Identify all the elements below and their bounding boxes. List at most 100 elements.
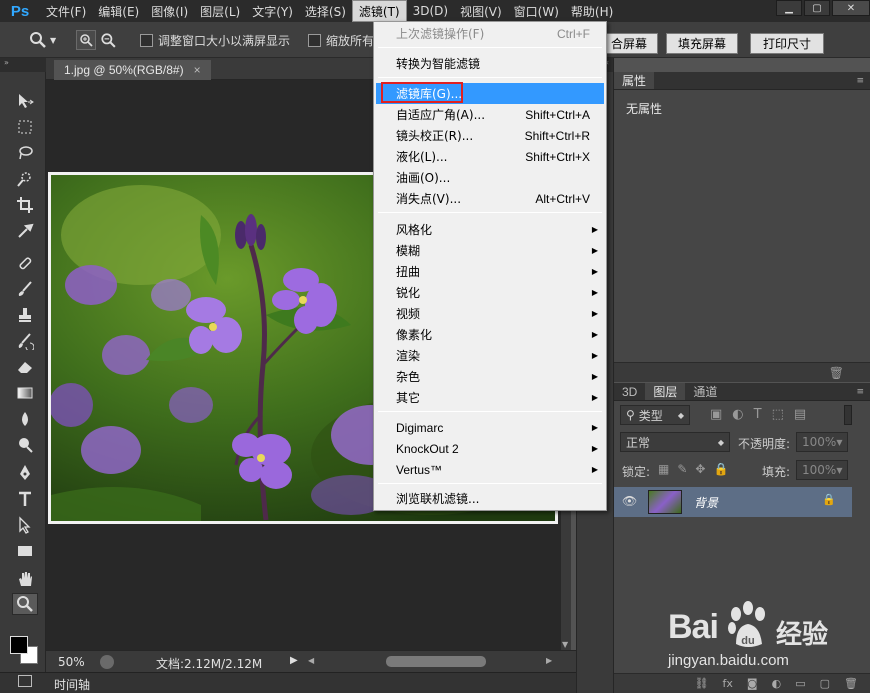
lasso-tool-icon[interactable] bbox=[12, 142, 38, 164]
zoom-out-icon[interactable] bbox=[100, 30, 116, 50]
menu-item-render[interactable]: 渲染 ▶ bbox=[376, 345, 604, 366]
lock-position-icon[interactable]: ✥ bbox=[695, 462, 705, 476]
tab-layers[interactable]: 图层 bbox=[645, 383, 686, 400]
lock-transparency-icon[interactable]: ▦ bbox=[658, 462, 669, 476]
zoom-level[interactable]: 50% bbox=[58, 655, 85, 669]
menu-item-stylize[interactable]: 风格化 ▶ bbox=[376, 219, 604, 240]
timeline-panel-bar[interactable]: 时间轴 bbox=[0, 672, 612, 693]
hand-tool-icon[interactable] bbox=[12, 568, 38, 590]
menu-image[interactable]: 图像(I) bbox=[145, 0, 194, 22]
lock-pixels-icon[interactable]: ✎ bbox=[677, 462, 687, 476]
menu-item-adaptive-wide-angle[interactable]: 自适应广角(A)... Shift+Ctrl+A bbox=[376, 104, 604, 125]
filter-toggle[interactable] bbox=[844, 405, 852, 425]
layer-name[interactable]: 背景 bbox=[694, 494, 718, 511]
foreground-color-swatch-top[interactable] bbox=[10, 636, 28, 654]
menu-view[interactable]: 视图(V) bbox=[454, 0, 508, 22]
crop-tool-icon[interactable] bbox=[12, 194, 38, 216]
gradient-tool-icon[interactable] bbox=[12, 382, 38, 404]
menu-type[interactable]: 文字(Y) bbox=[246, 0, 299, 22]
doc-info-icon[interactable] bbox=[100, 655, 114, 669]
baidu-paw-icon: du bbox=[728, 601, 765, 647]
healing-brush-tool-icon[interactable] bbox=[12, 252, 38, 274]
close-tab-icon[interactable]: × bbox=[194, 63, 201, 77]
panel-menu-icon[interactable]: ≡ bbox=[856, 72, 870, 89]
history-brush-tool-icon[interactable] bbox=[12, 330, 38, 352]
zoom-tool-icon[interactable]: ▼ bbox=[28, 30, 56, 50]
lock-all-icon[interactable]: 🔒 bbox=[713, 462, 728, 476]
trash-icon[interactable]: 🗑 bbox=[829, 366, 844, 380]
eye-icon[interactable]: 👁 bbox=[622, 494, 637, 508]
shape-filter-icon[interactable]: ⬚ bbox=[772, 407, 784, 422]
menu-item-oil-paint[interactable]: 油画(O)... bbox=[376, 167, 604, 188]
menu-item-vanishing-point[interactable]: 消失点(V)... Alt+Ctrl+V bbox=[376, 188, 604, 209]
quick-select-tool-icon[interactable] bbox=[12, 168, 38, 190]
image-filter-icon[interactable]: ▣ bbox=[710, 407, 722, 422]
menu-item-blur[interactable]: 模糊 ▶ bbox=[376, 240, 604, 261]
close-icon[interactable]: ✕ bbox=[832, 0, 870, 16]
eraser-tool-icon[interactable] bbox=[12, 356, 38, 378]
rectangle-tool-icon[interactable] bbox=[12, 540, 38, 562]
menu-item-video[interactable]: 视频 ▶ bbox=[376, 303, 604, 324]
status-menu-arrow-icon[interactable]: ▶ bbox=[290, 655, 298, 666]
menu-item-lens-correction[interactable]: 镜头校正(R)... Shift+Ctrl+R bbox=[376, 125, 604, 146]
marquee-tool-icon[interactable] bbox=[12, 116, 38, 138]
menu-item-vertus[interactable]: Vertus™ ▶ bbox=[376, 459, 604, 480]
menu-item-last-filter[interactable]: 上次滤镜操作(F) Ctrl+F bbox=[376, 23, 604, 44]
menu-item-browse-online-filters[interactable]: 浏览联机滤镜... bbox=[376, 488, 604, 509]
eyedropper-tool-icon[interactable] bbox=[12, 220, 38, 242]
tab-properties[interactable]: 属性 bbox=[614, 72, 655, 89]
path-select-tool-icon[interactable] bbox=[12, 514, 38, 536]
menu-window[interactable]: 窗口(W) bbox=[508, 0, 565, 22]
menu-item-liquify[interactable]: 液化(L)... Shift+Ctrl+X bbox=[376, 146, 604, 167]
brush-tool-icon[interactable] bbox=[12, 278, 38, 300]
tab-3d[interactable]: 3D bbox=[614, 383, 645, 400]
layer-filter-select[interactable]: ⚲ 类型 ◆ bbox=[620, 405, 690, 425]
resize-windows-checkbox[interactable]: 调整窗口大小以满屏显示 bbox=[140, 30, 290, 50]
menu-help[interactable]: 帮助(H) bbox=[565, 0, 619, 22]
clone-stamp-tool-icon[interactable] bbox=[12, 304, 38, 326]
opacity-input[interactable]: 100% ▼ bbox=[796, 432, 848, 452]
menu-item-convert-smart-filter[interactable]: 转换为智能滤镜 bbox=[376, 53, 604, 74]
smart-object-filter-icon[interactable]: ▤ bbox=[794, 407, 806, 422]
scroll-left-icon[interactable]: ◀ bbox=[308, 656, 314, 665]
move-tool-icon[interactable] bbox=[12, 90, 38, 112]
menu-select[interactable]: 选择(S) bbox=[299, 0, 352, 22]
menu-item-digimarc[interactable]: Digimarc ▶ bbox=[376, 417, 604, 438]
layers-menu-icon[interactable]: ≡ bbox=[856, 383, 870, 400]
menu-filter[interactable]: 滤镜(T) bbox=[351, 0, 407, 22]
menu-item-distort[interactable]: 扭曲 ▶ bbox=[376, 261, 604, 282]
zoom-in-icon[interactable] bbox=[76, 30, 96, 50]
type-filter-icon[interactable]: T bbox=[754, 407, 762, 422]
pen-tool-icon[interactable] bbox=[12, 462, 38, 484]
adjustment-filter-icon[interactable]: ◐ bbox=[732, 407, 743, 422]
menu-edit[interactable]: 编辑(E) bbox=[92, 0, 145, 22]
blend-mode-select[interactable]: 正常 ◆ bbox=[620, 432, 730, 452]
tab-channels[interactable]: 通道 bbox=[685, 383, 725, 400]
menu-item-pixelate[interactable]: 像素化 ▶ bbox=[376, 324, 604, 345]
type-tool-icon[interactable] bbox=[12, 488, 38, 510]
layer-row-background[interactable]: 👁 背景 🔒 bbox=[614, 487, 852, 517]
print-size-button[interactable]: 打印尺寸 bbox=[750, 33, 824, 54]
menu-file[interactable]: 文件(F) bbox=[40, 0, 92, 22]
zoom-tool-icon[interactable] bbox=[12, 593, 38, 615]
watermark-url: jingyan.baidu.com bbox=[668, 652, 789, 669]
menu-layer[interactable]: 图层(L) bbox=[194, 0, 246, 22]
minimize-icon[interactable]: ▁ bbox=[776, 0, 802, 16]
menu-item-knockout[interactable]: KnockOut 2 ▶ bbox=[376, 438, 604, 459]
horizontal-scrollbar-thumb[interactable] bbox=[386, 656, 486, 667]
vanishing-point-label: 消失点(V)... bbox=[396, 192, 462, 206]
document-tab[interactable]: 1.jpg @ 50%(RGB/8#) × bbox=[54, 60, 211, 80]
maximize-icon[interactable]: ▢ bbox=[804, 0, 830, 16]
fit-screen-button[interactable]: 合屏幕 bbox=[600, 33, 658, 54]
scroll-right-icon[interactable]: ▶ bbox=[546, 656, 552, 665]
zoom-all-checkbox[interactable]: 缩放所有 bbox=[308, 30, 374, 50]
collapse-icon[interactable]: » bbox=[0, 58, 46, 72]
menu-3d[interactable]: 3D(D) bbox=[407, 0, 454, 22]
menu-item-other[interactable]: 其它 ▶ bbox=[376, 387, 604, 408]
menu-item-noise[interactable]: 杂色 ▶ bbox=[376, 366, 604, 387]
fill-input[interactable]: 100% ▼ bbox=[796, 460, 848, 480]
fill-screen-button[interactable]: 填充屏幕 bbox=[666, 33, 738, 54]
menu-item-sharpen[interactable]: 锐化 ▶ bbox=[376, 282, 604, 303]
dodge-tool-icon[interactable] bbox=[12, 434, 38, 456]
blur-tool-icon[interactable] bbox=[12, 408, 38, 430]
